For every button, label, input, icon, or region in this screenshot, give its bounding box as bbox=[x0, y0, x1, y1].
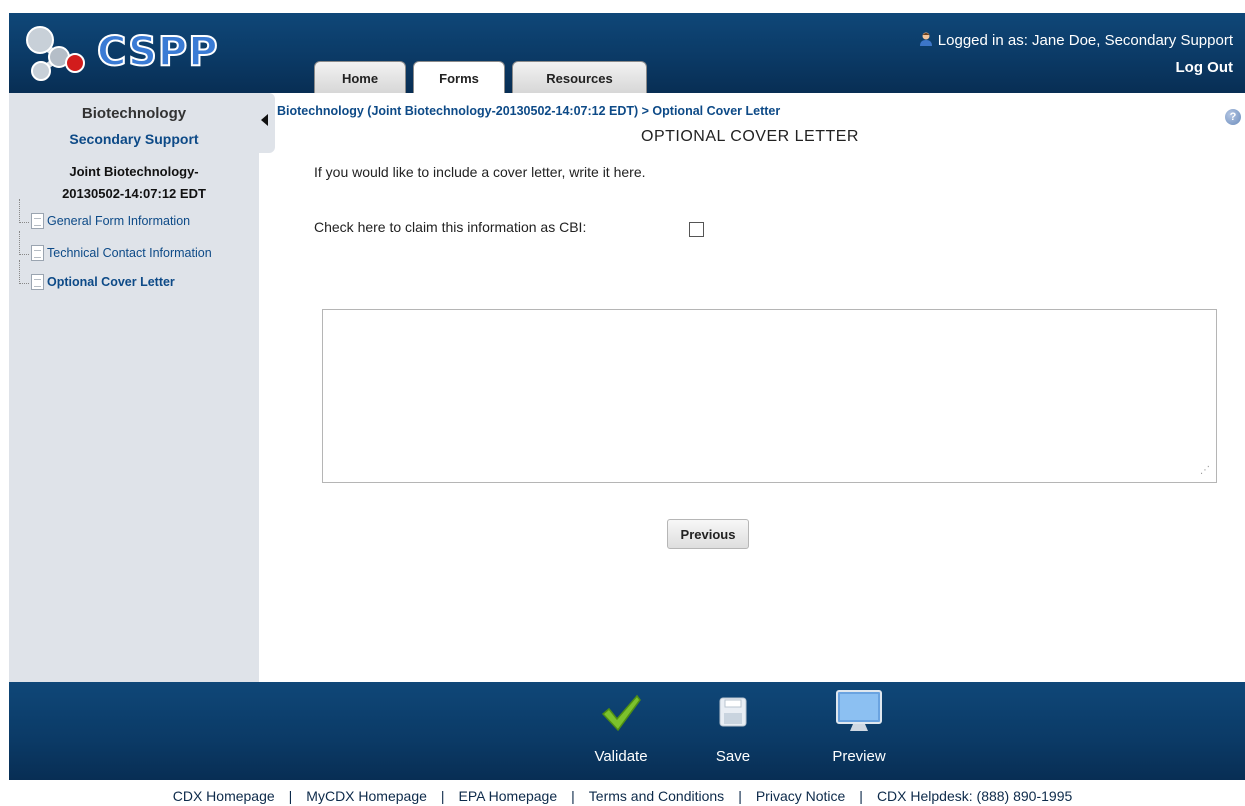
logged-in-text: Logged in as: Jane Doe, Secondary Suppor… bbox=[937, 32, 1233, 49]
sidebar-item-label: General Form Information bbox=[47, 214, 191, 228]
collapse-arrow-icon bbox=[261, 114, 268, 126]
tab-home[interactable]: Home bbox=[314, 61, 406, 93]
logo-text: CSPP bbox=[96, 28, 219, 76]
checkmark-icon bbox=[601, 694, 641, 732]
cover-letter-textarea[interactable]: ⋰ bbox=[322, 309, 1217, 483]
action-bar: Validate Save Preview bbox=[9, 682, 1245, 780]
logged-in-status: Logged in as: Jane Doe, Secondary Suppor… bbox=[918, 31, 1233, 49]
sidebar-item-label: Optional Cover Letter bbox=[47, 275, 175, 289]
resize-handle-icon[interactable]: ⋰ bbox=[1200, 466, 1210, 476]
breadcrumb[interactable]: Biotechnology (Joint Biotechnology-20130… bbox=[277, 104, 780, 118]
document-icon bbox=[31, 245, 44, 261]
user-icon bbox=[919, 32, 932, 46]
document-icon bbox=[31, 213, 44, 229]
footer-separator: | bbox=[288, 788, 293, 804]
sidebar-collapse-toggle[interactable] bbox=[259, 93, 275, 153]
footer-separator: | bbox=[440, 788, 445, 804]
footer-link-cdx-homepage[interactable]: CDX Homepage bbox=[173, 788, 275, 804]
app-header: CSPP Home Forms Resources Logged in as: … bbox=[9, 13, 1245, 93]
footer-link-privacy[interactable]: Privacy Notice bbox=[756, 788, 845, 804]
footer-separator: | bbox=[571, 788, 575, 804]
cover-letter-instructions: If you would like to include a cover let… bbox=[314, 164, 646, 180]
submission-name: Joint Biotechnology- 20130502-14:07:12 E… bbox=[9, 161, 259, 205]
validate-label: Validate bbox=[594, 748, 648, 765]
help-icon[interactable]: ? bbox=[1225, 109, 1241, 125]
footer-link-epa-homepage[interactable]: EPA Homepage bbox=[459, 788, 558, 804]
sidebar-item-label: Technical Contact Information bbox=[47, 246, 212, 260]
save-label: Save bbox=[715, 748, 751, 765]
footer-link-helpdesk[interactable]: CDX Helpdesk: (888) 890-1995 bbox=[877, 788, 1072, 804]
sidebar: Biotechnology Secondary Support Joint Bi… bbox=[9, 93, 259, 683]
tab-resources[interactable]: Resources bbox=[512, 61, 647, 93]
submission-name-line2: 20130502-14:07:12 EDT bbox=[62, 186, 206, 201]
sidebar-title: Biotechnology bbox=[81, 105, 187, 122]
tab-forms[interactable]: Forms bbox=[413, 61, 505, 93]
floppy-disk-icon bbox=[719, 697, 747, 727]
cspp-logo[interactable]: CSPP bbox=[23, 23, 219, 83]
footer-separator: | bbox=[738, 788, 742, 804]
preview-label: Preview bbox=[832, 748, 886, 765]
sidebar-role: Secondary Support bbox=[69, 131, 199, 147]
cbi-claim-label: Check here to claim this information as … bbox=[314, 219, 587, 235]
footer-link-terms[interactable]: Terms and Conditions bbox=[589, 788, 724, 804]
save-button[interactable]: Save bbox=[698, 682, 768, 780]
preview-button[interactable]: Preview bbox=[824, 682, 894, 780]
footer-separator: | bbox=[859, 788, 863, 804]
logout-link[interactable]: Log Out bbox=[1176, 59, 1233, 76]
validate-button[interactable]: Validate bbox=[586, 682, 656, 780]
document-icon bbox=[31, 274, 44, 290]
submission-name-line1: Joint Biotechnology- bbox=[69, 164, 199, 179]
molecule-logo-icon bbox=[26, 26, 85, 81]
cbi-claim-checkbox[interactable] bbox=[689, 222, 704, 237]
footer-link-mycdx-homepage[interactable]: MyCDX Homepage bbox=[306, 788, 427, 804]
monitor-icon bbox=[836, 690, 882, 731]
footer-links: CDX Homepage | MyCDX Homepage | EPA Homepage… bbox=[0, 788, 1245, 804]
page-title: OPTIONAL COVER LETTER bbox=[641, 128, 859, 145]
previous-button[interactable]: Previous bbox=[667, 519, 749, 549]
